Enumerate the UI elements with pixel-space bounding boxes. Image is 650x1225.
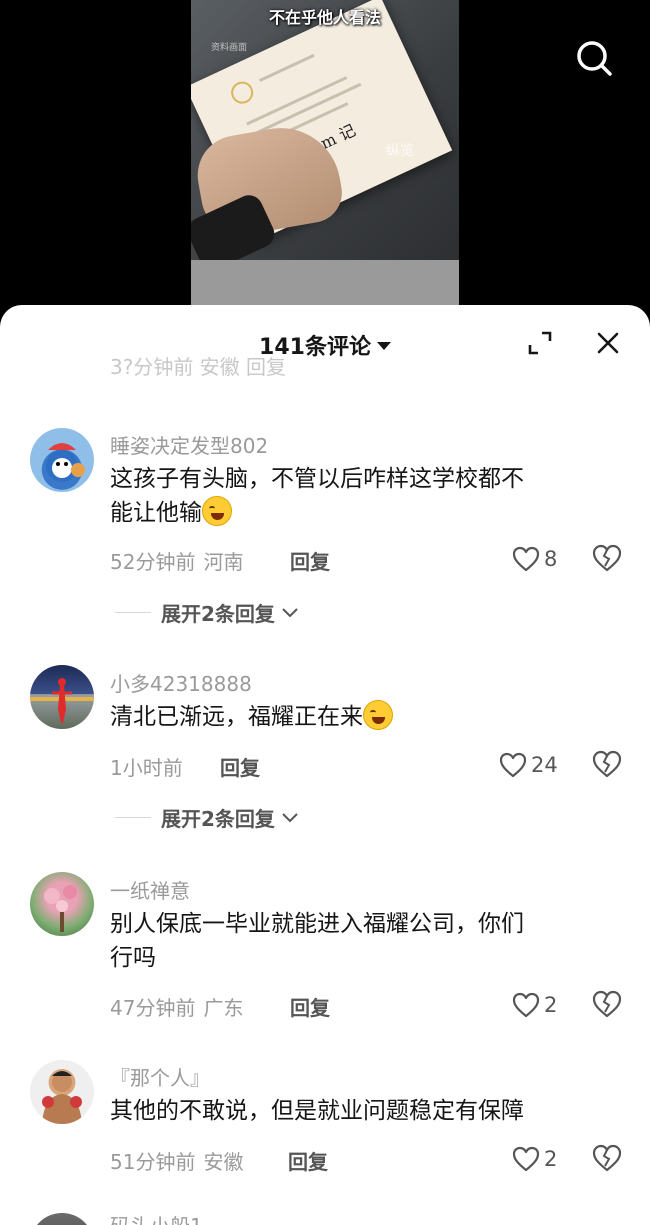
video-frame: ⅽ ⅿ 记 不在乎他人看法 资料画面 纵览 [191, 0, 459, 305]
search-button[interactable] [572, 36, 616, 80]
comment-text: 清北已渐远，福耀正在来 [110, 700, 615, 734]
comment-username[interactable]: 码头小船1 [110, 1210, 203, 1225]
chevron-down-icon [282, 812, 298, 822]
avatar[interactable] [30, 665, 94, 729]
comment-text: 别人保底一毕业就能进入福耀公司，你们 行吗 [110, 911, 524, 971]
reply-button[interactable]: 回复 [290, 546, 330, 575]
comment-username[interactable]: 睡姿决定发型802 [110, 430, 268, 459]
avatar[interactable] [30, 428, 94, 492]
comment-sheet: 141条评论 3?分钟前 安徽 回复 睡姿决定发型802 这孩子有头脑，不管以后… [0, 305, 650, 1225]
search-icon [577, 41, 612, 76]
close-icon [597, 332, 619, 354]
close-button[interactable] [594, 329, 622, 357]
watermark: 纵览 [386, 143, 414, 159]
comment-item: 『那个人』 其他的不敢说，但是就业问题稳定有保障 51分钟前 安徽 回复 2 [0, 1057, 650, 1187]
divider [115, 817, 151, 818]
avatar[interactable] [30, 1060, 94, 1124]
heart-icon [512, 546, 540, 572]
comment-meta: 51分钟前 安徽 [110, 1150, 244, 1174]
broken-heart-icon [592, 1144, 622, 1172]
broken-heart-icon [592, 990, 622, 1018]
heart-icon [512, 992, 540, 1018]
shirt-image [191, 260, 459, 305]
like-count: 2 [544, 993, 558, 1017]
like-button[interactable]: 24 [499, 750, 558, 780]
comment-meta: 52分钟前 河南 [110, 550, 244, 574]
divider [115, 612, 151, 613]
dislike-button[interactable] [592, 990, 622, 1018]
comment-username[interactable]: 小多42318888 [110, 668, 252, 697]
avatar[interactable] [30, 872, 94, 936]
fullscreen-button[interactable] [526, 329, 554, 357]
video-player[interactable]: ⅽ ⅿ 记 不在乎他人看法 资料画面 纵览 [0, 0, 650, 330]
dislike-button[interactable] [592, 750, 622, 778]
like-button[interactable]: 2 [512, 1144, 557, 1174]
like-count: 24 [531, 753, 558, 777]
broken-heart-icon [592, 544, 622, 572]
like-count: 8 [544, 547, 558, 571]
next-comment-peek: 码头小船1 [0, 1205, 650, 1225]
comment-item: 睡姿决定发型802 这孩子有头脑，不管以后咋样这学校都不 能让他输 52分钟前河… [0, 420, 650, 626]
source-tag: 资料画面 [211, 43, 248, 53]
heart-icon [512, 1146, 540, 1172]
like-count: 2 [544, 1147, 558, 1171]
expand-icon [528, 331, 552, 355]
broken-heart-icon [592, 750, 622, 778]
laughing-emoji-icon [202, 496, 232, 526]
avatar-image [46, 443, 85, 482]
crying-laughing-emoji-icon [363, 700, 393, 730]
comment-text: 其他的不敢说，但是就业问题稳定有保障 [110, 1098, 524, 1124]
reply-button[interactable]: 回复 [220, 752, 260, 781]
comment-meta: 1小时前 [110, 756, 183, 780]
dislike-button[interactable] [592, 1144, 622, 1172]
caret-down-icon [376, 342, 391, 350]
comment-username[interactable]: 一纸禅意 [110, 875, 190, 904]
chevron-down-icon [282, 607, 298, 617]
reply-button[interactable]: 回复 [290, 992, 330, 1021]
comment-item: 一纸禅意 别人保底一毕业就能进入福耀公司，你们 行吗 47分钟前 广东 回复 2 [0, 870, 650, 1020]
heart-icon [499, 752, 527, 778]
previous-comment-meta: 3?分钟前 安徽 回复 [110, 357, 287, 379]
avatar-image [44, 885, 77, 932]
avatar-image [42, 1071, 82, 1124]
comment-meta: 47分钟前 广东 [110, 996, 244, 1020]
like-button[interactable]: 8 [512, 544, 557, 574]
dislike-button[interactable] [592, 544, 622, 572]
expand-replies-button[interactable]: 展开2条回复 [115, 803, 299, 832]
avatar[interactable] [30, 1213, 94, 1225]
reply-button[interactable]: 回复 [288, 1146, 328, 1175]
like-button[interactable]: 2 [512, 990, 557, 1020]
comment-text: 这孩子有头脑，不管以后咋样这学校都不 能让他输 [110, 466, 524, 526]
expand-replies-button[interactable]: 展开2条回复 [115, 598, 299, 627]
avatar-image [30, 678, 94, 723]
comment-username[interactable]: 『那个人』 [110, 1062, 210, 1091]
video-caption: 不在乎他人看法 [268, 8, 381, 27]
comment-item: 小多42318888 清北已渐远，福耀正在来 1小时前 回复 24 展开2条回复 [0, 660, 650, 850]
